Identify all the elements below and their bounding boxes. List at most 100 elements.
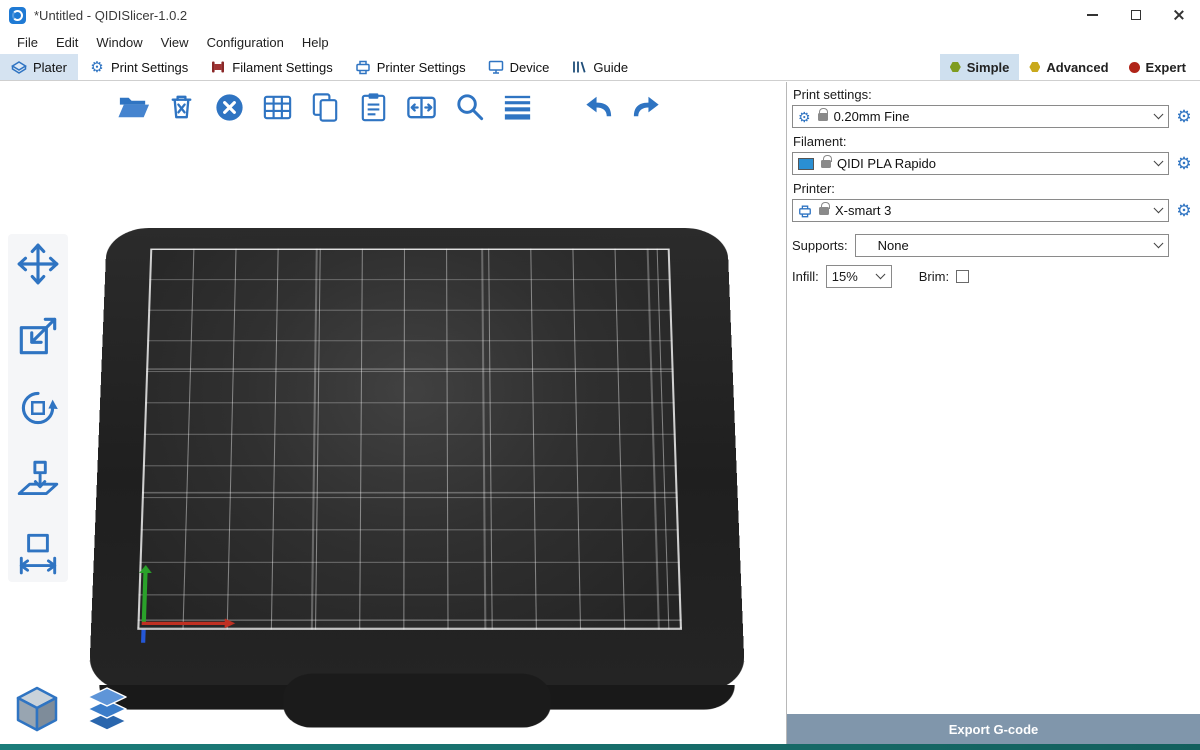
print-settings-label: Print settings:	[793, 87, 1194, 102]
app-logo-icon	[9, 7, 26, 24]
delete-icon[interactable]	[164, 90, 199, 125]
paste-icon[interactable]	[356, 90, 391, 125]
supports-label: Supports:	[792, 238, 848, 253]
chevron-down-icon[interactable]	[1148, 200, 1168, 221]
mode-label: Simple	[967, 60, 1010, 75]
open-icon[interactable]	[116, 90, 151, 125]
device-icon	[488, 59, 504, 75]
bed-scene	[92, 228, 742, 744]
3d-view-icon[interactable]	[10, 682, 64, 736]
window-controls	[1071, 0, 1200, 30]
tab-plater[interactable]: Plater	[0, 54, 78, 80]
filament-settings-icon	[210, 59, 226, 75]
filament-color-swatch	[798, 158, 814, 170]
mode-label: Advanced	[1046, 60, 1108, 75]
settings-sidebar: Print settings: ⚙ 0.20mm Fine ⚙ Filament…	[786, 82, 1200, 744]
copy-icon[interactable]	[308, 90, 343, 125]
app-window: *Untitled - QIDISlicer-1.0.2 File Edit W…	[0, 0, 1200, 750]
chevron-down-icon[interactable]	[871, 266, 891, 287]
chevron-down-icon[interactable]	[1148, 153, 1168, 174]
printer-settings-icon	[355, 59, 371, 75]
advanced-mode-icon	[1029, 62, 1040, 73]
filament-edit-gear-icon[interactable]: ⚙	[1174, 155, 1194, 172]
printer-label: Printer:	[793, 181, 1194, 196]
expert-mode-icon	[1129, 62, 1140, 73]
mode-selector: Simple Advanced Expert	[940, 54, 1200, 80]
lock-icon	[819, 207, 829, 215]
menu-item-configuration[interactable]: Configuration	[198, 32, 293, 53]
axis-x-indicator	[142, 622, 226, 625]
variable-layer-height-icon[interactable]	[500, 90, 535, 125]
printer-select[interactable]: X-smart 3	[792, 199, 1169, 222]
export-gcode-button[interactable]: Export G-code	[787, 714, 1200, 744]
tab-filament-settings[interactable]: Filament Settings	[199, 54, 343, 80]
plater-icon	[11, 59, 27, 75]
supports-value: None	[878, 238, 909, 253]
brim-checkbox[interactable]	[956, 270, 969, 283]
lock-icon	[821, 160, 831, 168]
undo-icon[interactable]	[581, 90, 616, 125]
infill-select[interactable]: 15%	[826, 265, 892, 288]
supports-select[interactable]: None	[855, 234, 1169, 257]
bottom-status-strip	[0, 744, 1200, 750]
tab-label: Plater	[33, 60, 67, 75]
tab-device[interactable]: Device	[477, 54, 561, 80]
infill-value: 15%	[832, 269, 858, 284]
infill-label: Infill:	[792, 269, 819, 284]
tab-label: Printer Settings	[377, 60, 466, 75]
viewport-3d[interactable]	[0, 82, 786, 744]
printer-icon	[798, 204, 812, 218]
guide-icon	[571, 59, 587, 75]
search-icon[interactable]	[452, 90, 487, 125]
chevron-down-icon[interactable]	[1148, 235, 1168, 256]
print-bed	[89, 228, 746, 692]
tab-print-settings[interactable]: ⚙ Print Settings	[78, 54, 199, 80]
simple-mode-icon	[950, 62, 961, 73]
print-settings-value: 0.20mm Fine	[834, 109, 910, 124]
menu-item-help[interactable]: Help	[293, 32, 338, 53]
axis-z-indicator	[141, 630, 146, 643]
delete-all-icon[interactable]	[212, 90, 247, 125]
tab-bar: Plater ⚙ Print Settings Filament Setting…	[0, 54, 1200, 81]
tab-printer-settings[interactable]: Printer Settings	[344, 54, 477, 80]
maximize-icon[interactable]	[1114, 0, 1157, 30]
axis-y-indicator	[142, 572, 148, 625]
rotate-icon[interactable]	[14, 384, 62, 432]
menu-item-file[interactable]: File	[8, 32, 47, 53]
menu-item-window[interactable]: Window	[87, 32, 151, 53]
tab-guide[interactable]: Guide	[560, 54, 639, 80]
printer-value: X-smart 3	[835, 203, 891, 218]
print-settings-icon: ⚙	[89, 59, 105, 75]
printer-edit-gear-icon[interactable]: ⚙	[1174, 202, 1194, 219]
bed-grid	[137, 248, 682, 629]
scale-icon[interactable]	[14, 312, 62, 360]
layer-preview-icon[interactable]	[80, 682, 134, 736]
plater-toolbar	[116, 90, 664, 125]
tab-label: Device	[510, 60, 550, 75]
redo-icon[interactable]	[629, 90, 664, 125]
view-toolbar	[10, 682, 134, 736]
menu-item-view[interactable]: View	[152, 32, 198, 53]
bed-handle	[283, 674, 551, 728]
menu-bar: File Edit Window View Configuration Help	[0, 30, 1200, 54]
minimize-icon[interactable]	[1071, 0, 1114, 30]
title-bar: *Untitled - QIDISlicer-1.0.2	[0, 0, 1200, 30]
print-settings-edit-gear-icon[interactable]: ⚙	[1174, 108, 1194, 125]
mode-expert[interactable]: Expert	[1119, 54, 1196, 80]
split-icon[interactable]	[404, 90, 439, 125]
arrange-icon[interactable]	[260, 90, 295, 125]
chevron-down-icon[interactable]	[1148, 106, 1168, 127]
mode-simple[interactable]: Simple	[940, 54, 1020, 80]
move-icon[interactable]	[14, 240, 62, 288]
menu-item-edit[interactable]: Edit	[47, 32, 87, 53]
mode-advanced[interactable]: Advanced	[1019, 54, 1118, 80]
place-on-face-icon[interactable]	[14, 456, 62, 504]
print-settings-select[interactable]: ⚙ 0.20mm Fine	[792, 105, 1169, 128]
measure-icon[interactable]	[14, 528, 62, 576]
tab-label: Print Settings	[111, 60, 188, 75]
tab-label: Guide	[593, 60, 628, 75]
filament-select[interactable]: QIDI PLA Rapido	[792, 152, 1169, 175]
filament-value: QIDI PLA Rapido	[837, 156, 936, 171]
close-icon[interactable]	[1157, 0, 1200, 30]
brim-label: Brim:	[919, 269, 949, 284]
